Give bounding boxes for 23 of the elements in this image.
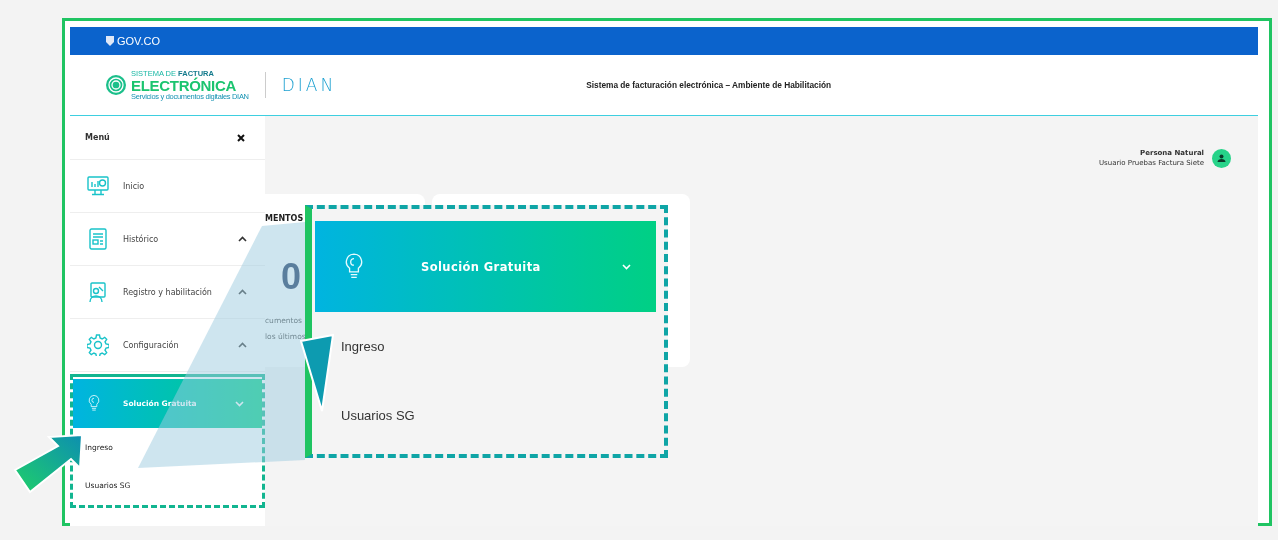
menu-item[interactable]: Histórico <box>70 213 265 266</box>
logo-title: ELECTRÓNICA <box>131 77 238 93</box>
gov-logo-text[interactable]: GOV.CO <box>117 35 160 47</box>
globe-logo-icon <box>105 74 127 96</box>
menu-item[interactable]: Inicio <box>70 160 265 213</box>
avatar-icon[interactable] <box>1212 149 1231 168</box>
submenu-item[interactable]: Ingreso <box>341 339 385 354</box>
submenu-item[interactable]: Usuarios SG <box>341 408 415 423</box>
monitor-chart-icon <box>87 176 109 196</box>
chevron-icon[interactable] <box>238 236 247 242</box>
close-icon[interactable] <box>237 133 245 142</box>
menu-item[interactable]: Configuración <box>70 319 265 372</box>
site-title: Sistema de facturación electrónica – Ambiente de Habilitación <box>586 80 832 90</box>
gear-icon <box>87 334 109 356</box>
person-clipboard-icon <box>87 281 109 303</box>
agency-logo-text: DIAN <box>281 75 337 95</box>
document-icon <box>89 228 107 250</box>
menu-title: Menú <box>85 133 110 142</box>
card-heading: MENTOS <box>265 214 304 223</box>
card-value: 0 <box>281 256 302 298</box>
lightbulb-icon <box>87 394 101 413</box>
shield-icon <box>106 36 114 46</box>
lightbulb-icon <box>343 252 365 281</box>
